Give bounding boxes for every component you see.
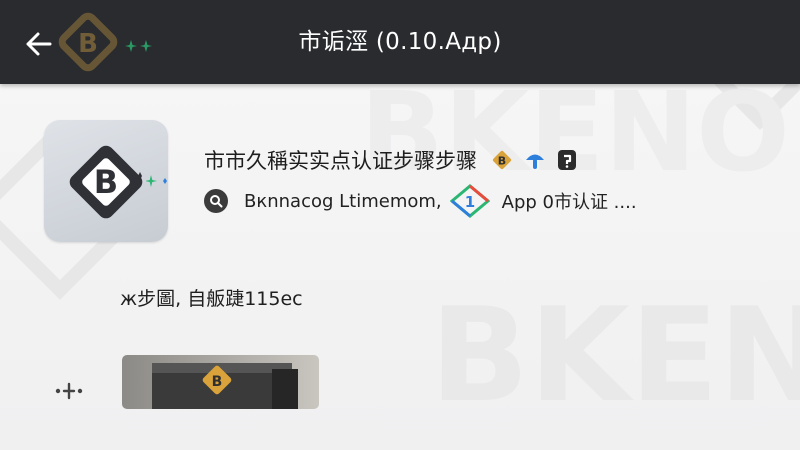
developer-name[interactable]: Bкnnacog Ltimemom, [244,191,442,212]
svg-text:B: B [498,155,506,168]
watermark-text: BKENO [430,279,800,431]
svg-text:B: B [212,374,223,390]
app-title-row: 市市久稱实实点认证步骤步骤 B [204,144,587,176]
developer-logo-icon: 1 [449,184,490,218]
watermark-text-upper: BKENO [360,68,790,196]
search-button[interactable] [204,189,228,213]
app-bar-title: 市诟涇 (0.10.Aдp) [298,29,502,55]
app-logo-icon: B [69,145,143,219]
pin-icon [523,148,547,172]
top-app-bar: B 市诟涇 (0.10.Aдp) [0,0,800,84]
diamond-logo-icon: B [489,147,515,173]
app-title: 市市久稱实实点认证步骤步骤 [204,149,477,173]
info-subline: ж步圖, 自舨踕115ec [120,288,303,310]
drag-handle[interactable] [50,376,88,406]
search-icon [210,195,223,208]
developer-row: Bкnnacog Ltimemom, 1 App 0市认证 .... [204,184,637,218]
title-badges: B [489,147,587,173]
sparkle-icon [146,175,167,187]
app-description: App 0市认证 .... [501,192,637,213]
shield-icon [555,148,579,172]
move-icon [55,382,83,400]
svg-text:1: 1 [464,193,474,211]
svg-text:B: B [94,163,118,201]
screenshot-image: B [152,363,298,409]
screenshot-thumbnail[interactable]: B [122,355,319,409]
